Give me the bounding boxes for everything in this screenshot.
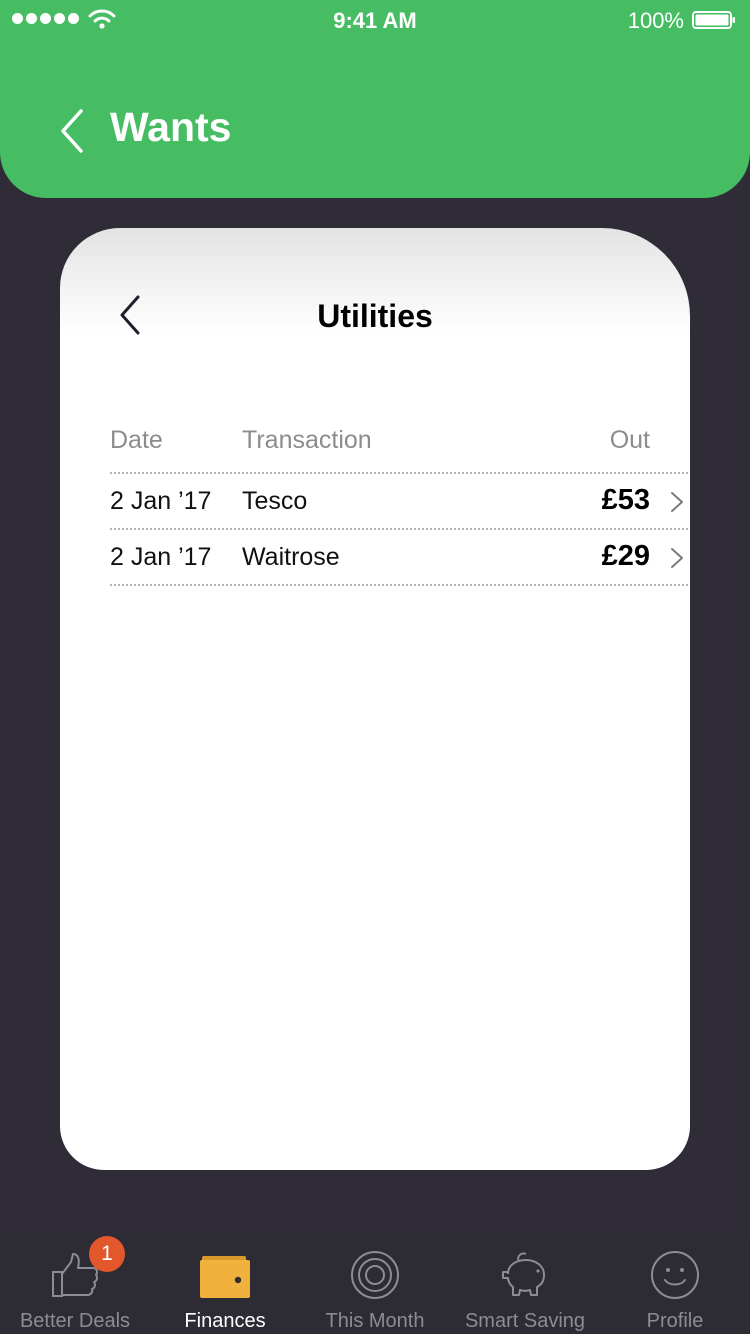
target-icon	[351, 1251, 399, 1299]
card-title: Utilities	[317, 298, 433, 334]
tab-label: Smart Saving	[464, 1310, 586, 1332]
utilities-card: Utilities Date Transaction Out 2 Jan ’17…	[60, 228, 690, 1170]
row-amount: £29	[601, 540, 650, 572]
tab-this-month[interactable]: This Month	[300, 1236, 450, 1334]
battery-percentage: 100%	[627, 8, 684, 33]
chevron-right-icon	[671, 492, 683, 512]
tab-label: Better Deals	[19, 1310, 131, 1332]
row-date: 2 Jan ’17	[110, 543, 212, 571]
table-header-row: Date Transaction Out	[110, 418, 688, 472]
tab-label: Profile	[646, 1310, 704, 1332]
status-bar: 9:41 AM 100%	[0, 0, 750, 40]
tab-label: This Month	[325, 1310, 425, 1332]
chevron-right-icon	[671, 548, 683, 568]
piggy-bank-icon	[502, 1252, 545, 1296]
row-date: 2 Jan ’17	[110, 487, 212, 515]
column-header-transaction: Transaction	[242, 426, 372, 454]
row-transaction: Waitrose	[242, 543, 340, 571]
tab-bar: 1 Better Deals Finances This Month Smart…	[0, 1236, 750, 1334]
notification-badge: 1	[89, 1236, 125, 1272]
tab-finances[interactable]: Finances	[150, 1236, 300, 1334]
back-chevron-icon[interactable]	[58, 108, 86, 154]
column-header-date: Date	[110, 426, 163, 454]
tab-better-deals[interactable]: 1 Better Deals	[0, 1236, 150, 1334]
tab-label: Finances	[184, 1310, 266, 1332]
tab-smart-saving[interactable]: Smart Saving	[450, 1236, 600, 1334]
transactions-table: Date Transaction Out 2 Jan ’17 Tesco £53…	[110, 418, 688, 586]
row-transaction: Tesco	[242, 487, 308, 515]
wallet-icon	[200, 1256, 250, 1298]
table-row[interactable]: 2 Jan ’17 Waitrose £29	[110, 528, 688, 586]
table-row[interactable]: 2 Jan ’17 Tesco £53	[110, 472, 688, 528]
header-bar: 9:41 AM 100% Wants	[0, 0, 750, 198]
page-title: Wants	[110, 104, 232, 150]
battery-icon	[692, 11, 735, 29]
smiley-icon	[651, 1251, 699, 1299]
row-amount: £53	[601, 484, 650, 516]
tab-profile[interactable]: Profile	[600, 1236, 750, 1334]
column-header-out: Out	[609, 426, 650, 454]
